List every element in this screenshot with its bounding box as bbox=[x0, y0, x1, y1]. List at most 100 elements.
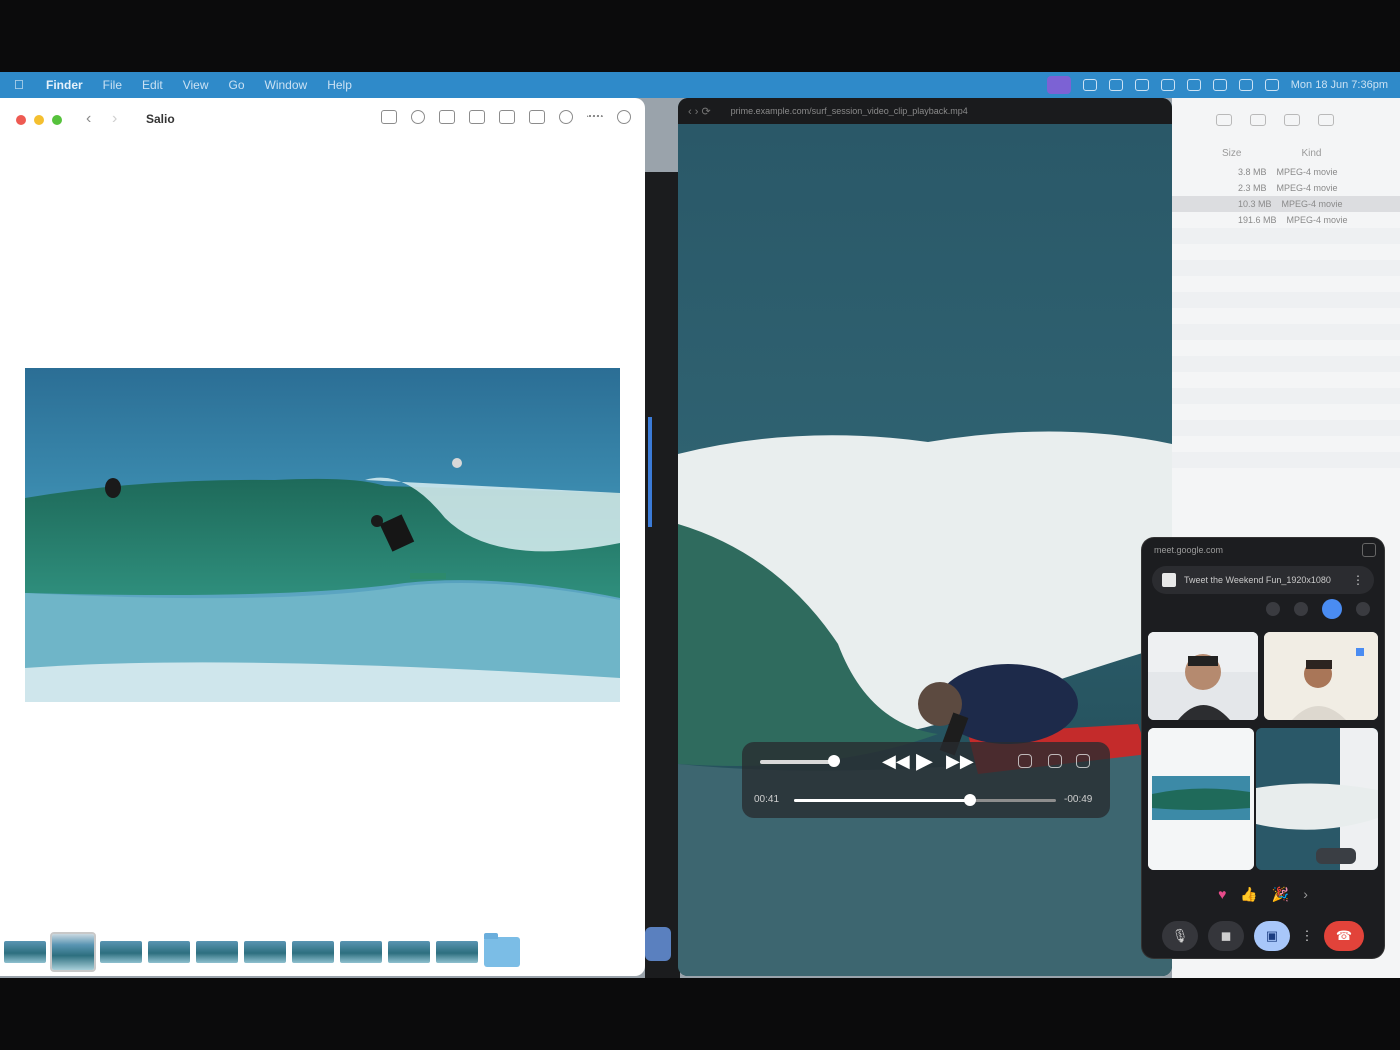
background-dock-icon[interactable] bbox=[645, 927, 671, 961]
tag-icon[interactable] bbox=[1318, 114, 1334, 126]
column-kind[interactable]: Kind bbox=[1301, 148, 1321, 159]
search-icon[interactable] bbox=[617, 110, 631, 124]
airplay-icon[interactable] bbox=[1048, 754, 1062, 768]
markup-icon[interactable] bbox=[559, 110, 573, 124]
file-size: 191.6 MB bbox=[1238, 215, 1277, 225]
close-window-button[interactable] bbox=[16, 115, 26, 125]
forward-button[interactable]: › bbox=[112, 110, 117, 128]
participant-tile[interactable] bbox=[1148, 632, 1258, 720]
minimize-window-button[interactable] bbox=[34, 115, 44, 125]
thumbnail[interactable] bbox=[292, 941, 334, 963]
time-remaining: -00:49 bbox=[1064, 794, 1093, 805]
end-call-button[interactable]: ☎ bbox=[1324, 921, 1364, 951]
menu-file[interactable]: File bbox=[103, 78, 122, 92]
view-options-icon[interactable] bbox=[1216, 114, 1232, 126]
share-icon[interactable] bbox=[529, 110, 545, 124]
video-url-bar: ‹ › ⟳ prime.example.com/surf_session_vid… bbox=[678, 98, 1172, 124]
file-row[interactable]: 3.8 MB MPEG-4 movie bbox=[1172, 164, 1400, 180]
view-mode-icon[interactable] bbox=[499, 110, 515, 124]
file-kind: MPEG-4 movie bbox=[1276, 183, 1338, 193]
seek-bar[interactable] bbox=[794, 799, 1056, 802]
volume-slider[interactable] bbox=[760, 760, 832, 764]
video-frame[interactable] bbox=[678, 124, 1172, 976]
presenting-banner[interactable]: Tweet the Weekend Fun_1920x1080 ⋮ bbox=[1152, 566, 1374, 594]
volume-knob[interactable] bbox=[828, 755, 840, 767]
thumbnail[interactable] bbox=[388, 941, 430, 963]
sidebar-icon[interactable] bbox=[381, 110, 397, 124]
preview-window: ‹ › Salio bbox=[0, 98, 645, 976]
apple-icon[interactable]:  bbox=[14, 78, 28, 92]
seek-knob[interactable] bbox=[963, 794, 976, 806]
shared-screen-preview bbox=[1148, 728, 1254, 870]
thumbnail[interactable] bbox=[340, 941, 382, 963]
wifi-icon[interactable] bbox=[1212, 79, 1227, 91]
display-icon[interactable] bbox=[1082, 79, 1097, 91]
layout-icon[interactable] bbox=[1322, 599, 1342, 619]
extension-icon[interactable] bbox=[1160, 79, 1175, 91]
pip-icon[interactable] bbox=[1018, 754, 1032, 768]
fast-forward-button[interactable]: ▶▶ bbox=[946, 751, 974, 772]
thumbnail[interactable] bbox=[148, 941, 190, 963]
shared-video-tile[interactable] bbox=[1256, 728, 1378, 870]
thumbnail[interactable] bbox=[436, 941, 478, 963]
share-icon[interactable] bbox=[1284, 114, 1300, 126]
menu-edit[interactable]: Edit bbox=[142, 78, 163, 92]
rewind-button[interactable]: ◀◀ bbox=[882, 751, 910, 772]
surf-photo bbox=[25, 368, 620, 702]
menu-view[interactable]: View bbox=[183, 78, 209, 92]
file-row[interactable]: 191.6 MB MPEG-4 movie bbox=[1172, 212, 1400, 228]
meet-pip-window: meet.google.com Tweet the Weekend Fun_19… bbox=[1142, 538, 1384, 958]
record-icon[interactable] bbox=[1108, 79, 1123, 91]
participant-tile-active[interactable] bbox=[1264, 632, 1378, 720]
back-button[interactable]: ‹ bbox=[86, 110, 91, 128]
zoom-window-button[interactable] bbox=[52, 115, 62, 125]
clock[interactable]: Mon 18 Jun 7:36pm bbox=[1291, 79, 1388, 91]
file-kind: MPEG-4 movie bbox=[1286, 215, 1348, 225]
microphone-button[interactable]: 🎙 bbox=[1162, 921, 1198, 951]
expand-icon[interactable] bbox=[1356, 602, 1370, 616]
menu-app-name[interactable]: Finder bbox=[46, 78, 83, 92]
control-center-icon[interactable] bbox=[1264, 79, 1279, 91]
video-url[interactable]: prime.example.com/surf_session_video_cli… bbox=[731, 106, 1031, 116]
people-icon[interactable] bbox=[1294, 602, 1308, 616]
meet-controls: 🎙 ◼ ▣ ⋮ ☎ bbox=[1142, 916, 1384, 956]
group-icon[interactable] bbox=[1250, 114, 1266, 126]
menu-help[interactable]: Help bbox=[327, 78, 352, 92]
thumbnail[interactable] bbox=[196, 941, 238, 963]
heart-reaction-button[interactable]: ♥ bbox=[1218, 886, 1226, 902]
party-reaction-button[interactable]: 🎉 bbox=[1272, 886, 1289, 903]
folder-icon[interactable] bbox=[484, 933, 520, 967]
battery-icon[interactable] bbox=[1186, 79, 1201, 91]
thumbnail-selected[interactable] bbox=[50, 932, 96, 972]
slideshow-icon[interactable] bbox=[469, 110, 485, 124]
column-size[interactable]: Size bbox=[1222, 148, 1241, 159]
search-icon[interactable] bbox=[1238, 79, 1253, 91]
window-icon[interactable] bbox=[1134, 79, 1149, 91]
nav-arrows-icon[interactable]: ‹ › ⟳ bbox=[688, 105, 711, 118]
shared-screen-tile[interactable] bbox=[1148, 728, 1254, 870]
thumbnail[interactable] bbox=[244, 941, 286, 963]
fullscreen-icon[interactable] bbox=[1076, 754, 1090, 768]
menu-window[interactable]: Window bbox=[265, 78, 308, 92]
hand-icon[interactable] bbox=[1266, 602, 1280, 616]
thumbs-up-reaction-button[interactable]: 👍 bbox=[1240, 886, 1257, 903]
more-reactions-button[interactable]: › bbox=[1303, 886, 1308, 902]
participant-video bbox=[1148, 632, 1258, 720]
play-button[interactable]: ▶ bbox=[916, 748, 933, 774]
present-button[interactable]: ▣ bbox=[1254, 921, 1290, 951]
zoom-icon[interactable] bbox=[439, 110, 455, 124]
file-row[interactable]: 2.3 MB MPEG-4 movie bbox=[1172, 180, 1400, 196]
thumbnail[interactable] bbox=[4, 941, 46, 963]
file-row-selected[interactable]: 10.3 MB MPEG-4 movie bbox=[1172, 196, 1400, 212]
more-options-icon[interactable]: ⋮ bbox=[1352, 573, 1364, 587]
menu-go[interactable]: Go bbox=[229, 78, 245, 92]
more-icon[interactable] bbox=[587, 115, 603, 119]
thumbnail[interactable] bbox=[100, 941, 142, 963]
camera-button[interactable]: ◼ bbox=[1208, 921, 1244, 951]
close-pip-icon[interactable] bbox=[1362, 543, 1376, 557]
seek-progress bbox=[794, 799, 970, 802]
more-options-button[interactable]: ⋮ bbox=[1300, 921, 1314, 951]
screen-share-status-icon[interactable] bbox=[1046, 76, 1071, 94]
presenting-label: Tweet the Weekend Fun_1920x1080 bbox=[1184, 575, 1331, 585]
info-icon[interactable] bbox=[411, 110, 425, 124]
